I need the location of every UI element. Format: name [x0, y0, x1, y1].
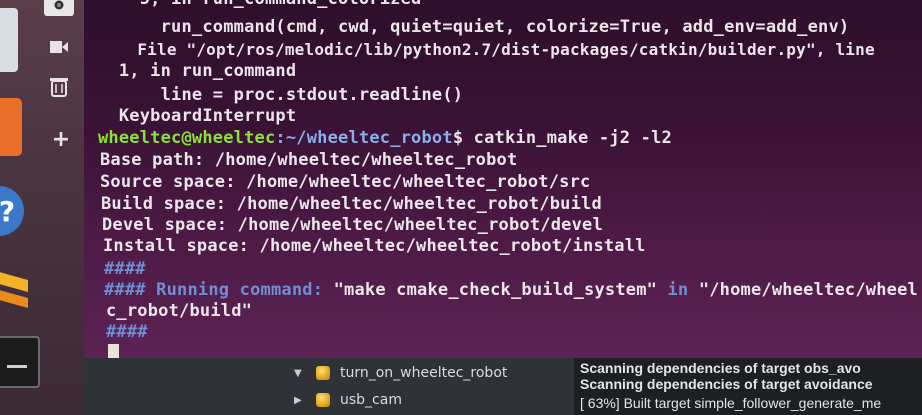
hash-line-end: #### [106, 322, 148, 342]
base-path-line: Base path: /home/wheeltec/wheeltec_robot [100, 150, 518, 170]
running-command-line: #### Running command: "make cmake_check_… [104, 279, 918, 301]
camera-icon[interactable] [44, 0, 74, 16]
media-icon[interactable] [48, 38, 70, 56]
command-prompt: wheeltec@wheeltec:~/wheeltec_robot$ catk… [98, 127, 672, 149]
launcher-dock: + ? [0, 0, 84, 415]
terminal-line: File "/opt/ros/melodic/lib/python2.7/dis… [98, 40, 875, 59]
install-space-line: Install space: /home/wheeltec/wheeltec_r… [103, 236, 646, 256]
add-icon[interactable]: + [50, 127, 72, 152]
bottom-panel: ▼ turn_on_wheeltec_robot ▶ usb_cam Scann… [84, 358, 922, 415]
output-line: Scanning dependencies of target obs_avo [580, 360, 861, 376]
terminal-line: run_command(cmd, cwd, quiet=quiet, color… [98, 17, 850, 37]
package-icon [316, 393, 330, 407]
source-space-line: Source space: /home/wheeltec/wheeltec_ro… [100, 172, 591, 192]
help-icon[interactable]: ? [0, 186, 24, 236]
terminal-line: KeyboardInterrupt [98, 106, 297, 126]
running-prefix: #### Running command: [104, 280, 334, 300]
terminal-line: 1, in run_command [98, 61, 297, 81]
chevron-right-icon[interactable]: ▶ [294, 395, 308, 406]
trash-icon[interactable] [48, 76, 70, 98]
chevron-down-icon[interactable]: ▼ [294, 368, 308, 379]
app-orange-icon[interactable] [0, 98, 22, 156]
tree-item-label: turn_on_wheeltec_robot [340, 365, 508, 381]
build-output: Scanning dependencies of target obs_avo … [574, 358, 922, 415]
terminal-line: 5, in run_command_colorized [98, 0, 422, 10]
prompt-command: $ catkin_make -j2 -l2 [452, 128, 672, 148]
running-in: in [657, 280, 699, 300]
text-cursor [108, 344, 119, 358]
running-dir-continued: c_robot/build" [106, 301, 253, 321]
terminal-window[interactable]: 5, in run_command_colorized run_command(… [84, 0, 922, 358]
file-tree: ▼ turn_on_wheeltec_robot ▶ usb_cam [84, 358, 574, 415]
tree-item-label: usb_cam [340, 392, 402, 408]
app-icon[interactable] [0, 262, 32, 310]
running-dir: "/home/wheeltec/wheel [698, 280, 918, 300]
hash-line: #### [104, 259, 146, 279]
prompt-user: wheeltec@wheeltec [98, 128, 276, 148]
folder-icon[interactable] [0, 8, 18, 72]
terminal-icon[interactable] [0, 336, 40, 388]
devel-space-line: Devel space: /home/wheeltec/wheeltec_rob… [102, 215, 603, 235]
output-line: [ 63%] Built target simple_follower_gene… [580, 395, 882, 411]
output-line: Scanning dependencies of target avoidanc… [580, 376, 873, 392]
tree-item-turn-on-wheeltec-robot[interactable]: ▼ turn_on_wheeltec_robot [294, 362, 507, 384]
terminal-line: line = proc.stdout.readline() [98, 85, 464, 105]
package-icon [316, 366, 330, 380]
prompt-path: :~/wheeltec_robot [275, 128, 453, 148]
tree-item-usb-cam[interactable]: ▶ usb_cam [294, 389, 402, 411]
running-cmd: "make cmake_check_build_system" [333, 280, 658, 300]
build-space-line: Build space: /home/wheeltec/wheeltec_rob… [101, 194, 602, 214]
